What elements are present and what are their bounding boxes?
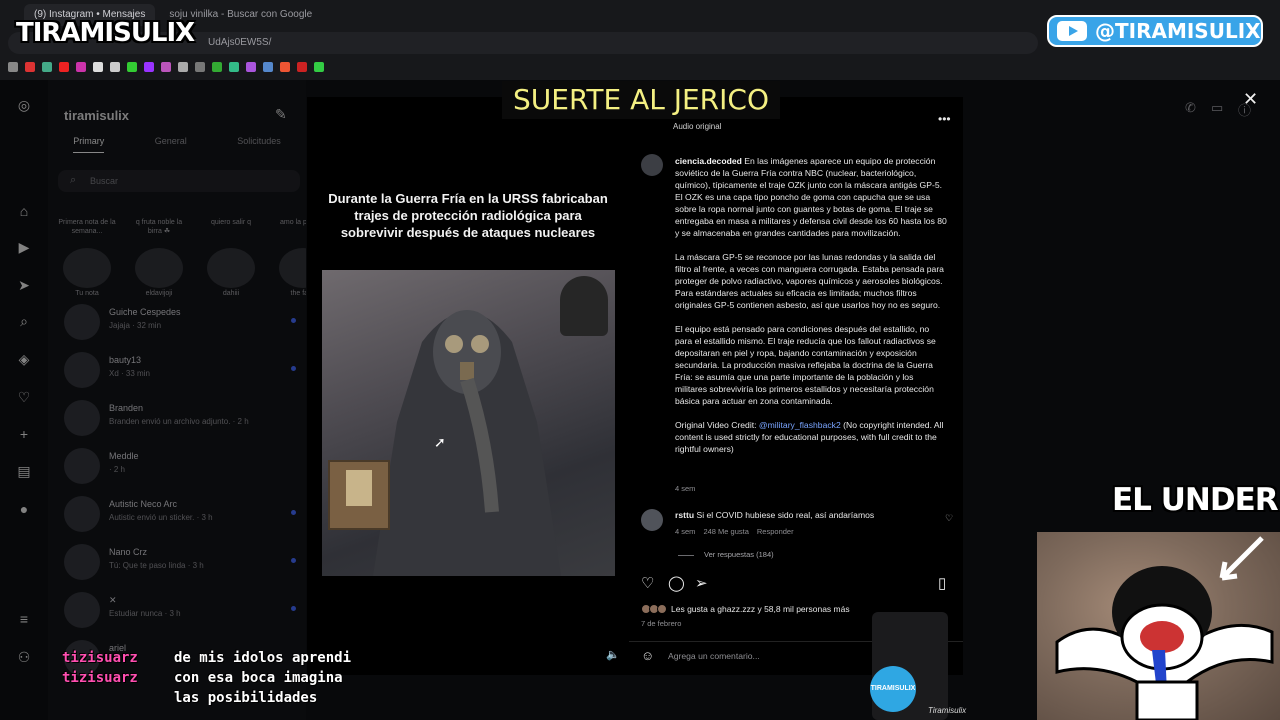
cartoon-character xyxy=(1055,536,1274,720)
bookmark-icon[interactable] xyxy=(263,62,273,72)
tiktok-icon[interactable] xyxy=(93,62,103,72)
bookmark-icon[interactable] xyxy=(25,62,35,72)
audio-label[interactable]: Audio original xyxy=(673,122,721,131)
chat-username: tizisuarz xyxy=(62,650,138,666)
video-caption-text: Durante la Guerra Fría en la URSS fabric… xyxy=(328,191,608,240)
signature: Tiramisulix xyxy=(928,706,967,715)
wooden-crate xyxy=(328,460,390,530)
reply-button[interactable]: Responder xyxy=(757,527,794,536)
twitch-icon[interactable] xyxy=(144,62,154,72)
pinterest-icon[interactable] xyxy=(297,62,307,72)
view-replies-button[interactable]: Ver respuestas (184) xyxy=(678,550,774,559)
chat-message: tizisuarz con esa boca imagina xyxy=(62,668,351,688)
close-icon[interactable]: ✕ xyxy=(1243,89,1258,110)
avatar[interactable] xyxy=(641,509,663,531)
kick-icon[interactable] xyxy=(127,62,137,72)
bookmark-icon[interactable] xyxy=(314,62,324,72)
youtube-handle: @TIRAMISULIX xyxy=(1095,19,1261,43)
stream-chat-overlay: tizisuarz de mis idolos aprendi tizisuar… xyxy=(62,648,351,708)
caption-paragraph: En las imágenes aparece un equipo de pro… xyxy=(675,156,947,238)
chat-username: tizisuarz xyxy=(62,670,138,686)
avatar[interactable] xyxy=(641,154,663,176)
x-icon[interactable] xyxy=(110,62,120,72)
caption-paragraph: La máscara GP-5 se reconoce por las luna… xyxy=(675,252,944,310)
post-actions: ♡ ◯ ➢ ▯ xyxy=(641,575,955,593)
likes-text: Les gusta a ghazz.zzz y 58,8 mil persona… xyxy=(671,604,850,614)
avatar xyxy=(657,604,667,614)
song-title-banner: SUERTE AL JERICO xyxy=(502,81,780,119)
credit-prefix: Original Video Credit: xyxy=(675,420,759,430)
bookmark-icon[interactable] xyxy=(280,62,290,72)
post-caption: ciencia.decoded En las imágenes aparece … xyxy=(675,155,947,467)
webcam-overlay xyxy=(1037,532,1280,720)
share-icon[interactable]: ➢ xyxy=(695,575,708,593)
bookmarks-bar xyxy=(8,60,324,74)
mouse-cursor-icon: ➚ xyxy=(434,434,446,450)
comment-likes[interactable]: 248 Me gusta xyxy=(703,527,748,536)
comment-meta: 4 sem 248 Me gusta Responder xyxy=(675,527,794,536)
bookmark-icon[interactable] xyxy=(178,62,188,72)
bookmark-icon[interactable] xyxy=(246,62,256,72)
bookmark-icon[interactable] xyxy=(229,62,239,72)
mug-logo: TIRAMISULIX xyxy=(870,666,916,712)
likes-summary[interactable]: Les gusta a ghazz.zzz y 58,8 mil persona… xyxy=(641,604,850,614)
chat-message: tizisuarz de mis idolos aprendi xyxy=(62,648,351,668)
youtube-icon xyxy=(1057,21,1087,41)
chat-text-continuation: las posibilidades xyxy=(174,690,318,706)
caption-paragraph: El equipo está pensado para condiciones … xyxy=(675,324,936,406)
streamer-logo: TIRAMISULIX xyxy=(16,18,195,48)
comment-text: rsttu Si el COVID hubiese sido real, así… xyxy=(675,510,874,520)
gas-mask-helmet xyxy=(560,276,608,336)
instagram-icon[interactable] xyxy=(76,62,86,72)
emoji-icon[interactable]: ☺ xyxy=(641,648,654,663)
webcam-label: EL UNDER xyxy=(1112,482,1279,518)
save-icon[interactable]: ▯ xyxy=(938,575,946,593)
crate-label xyxy=(346,470,372,506)
youtube-badge: @TIRAMISULIX xyxy=(1047,15,1263,47)
like-icon[interactable]: ♡ xyxy=(641,575,654,593)
apps-icon[interactable] xyxy=(8,62,18,72)
more-options-icon[interactable]: ••• xyxy=(938,112,951,126)
comment-placeholder: Agrega un comentario... xyxy=(668,651,760,661)
post-date: 7 de febrero xyxy=(641,619,682,628)
youtube-icon[interactable] xyxy=(59,62,69,72)
hazmat-figure xyxy=(372,310,562,576)
comment-body: Si el COVID hubiese sido real, así andar… xyxy=(696,510,875,520)
caption-author[interactable]: ciencia.decoded xyxy=(675,156,742,166)
bookmark-icon[interactable] xyxy=(42,62,52,72)
bookmark-icon[interactable] xyxy=(212,62,222,72)
caption-timestamp: 4 sem xyxy=(675,484,696,493)
comment-time: 4 sem xyxy=(675,527,696,536)
chat-text: con esa boca imagina xyxy=(174,670,343,686)
comment-user[interactable]: rsttu xyxy=(675,510,694,520)
github-icon[interactable] xyxy=(195,62,205,72)
bookmark-icon[interactable] xyxy=(161,62,171,72)
comment-icon[interactable]: ◯ xyxy=(668,575,685,593)
audio-toggle-icon[interactable]: 🔈 xyxy=(606,648,620,661)
post-video[interactable] xyxy=(322,270,615,576)
comment-like-icon[interactable]: ♡ xyxy=(945,513,953,524)
credit-link[interactable]: @military_flashback2 xyxy=(759,420,841,430)
chat-text: de mis idolos aprendi xyxy=(174,650,352,666)
